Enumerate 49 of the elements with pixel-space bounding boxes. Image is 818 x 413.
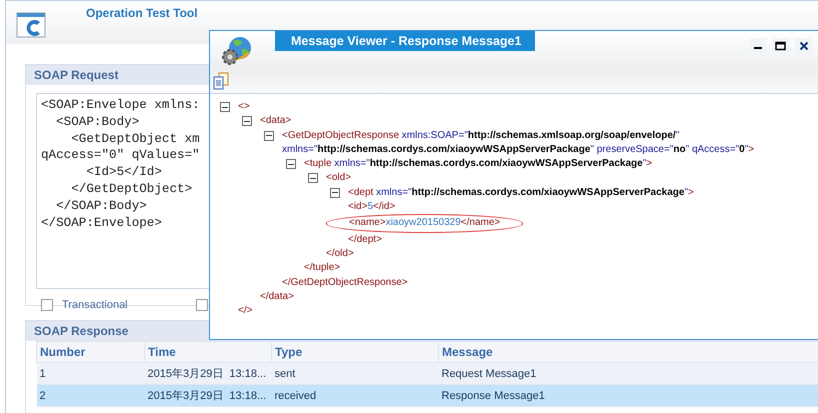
maximize-icon [775,41,786,51]
xml-line: <id>5</id> [348,200,396,214]
code-line: </GetDeptObject> [70,180,192,198]
column-header[interactable]: Time [144,342,272,362]
table-cell: Response Message1 [438,384,818,406]
code-line: </SOAP:Body> [55,198,147,215]
collapse-toggle[interactable] [308,173,318,184]
close-icon [798,41,808,51]
xml-line: <> [238,100,250,114]
xml-line: </tuple> [304,261,340,276]
xml-line: </old> [326,246,354,261]
globe-gear-icon [220,35,254,67]
collapse-toggle[interactable] [330,188,340,198]
table-cell: received [272,384,438,406]
code-line: qAccess="0" qValues=" [41,147,200,164]
table-cell: 2 [36,384,144,406]
app-window-icon [16,12,48,40]
collapse-toggle[interactable] [264,130,274,141]
collapse-toggle[interactable] [286,159,296,170]
xml-line: </dept> [348,232,382,247]
xml-line: <data> [260,114,292,128]
copy-button[interactable] [213,71,231,91]
xml-line: </GetDeptObjectResponse> [282,276,408,290]
table-row[interactable]: 1 2015年3月29日 13:18... sent Request Message1 [36,362,818,384]
xml-line: <dept xmlns="http://schemas.cordys.com/xiaoywWSAppServerPackage"> [348,186,694,200]
collapse-toggle[interactable] [242,116,252,126]
checkbox[interactable] [41,299,53,311]
code-line: <SOAP:Envelope xmlns: [41,97,200,114]
code-line: </SOAP:Envelope> [41,214,162,232]
xml-line: <tuple xmlns="http://schemas.cordys.com/xiaoywWSAppServerPackage"> [304,157,652,172]
code-line: <Id>5</Id> [85,164,162,181]
panel-header: SOAP Request [26,65,209,85]
checkbox[interactable] [196,299,208,311]
code-line: <SOAP:Body> [55,114,140,131]
code-line: <GetDeptObject xm [70,130,200,148]
column-header[interactable]: Message [438,342,818,362]
checkbox-label: Transactional [62,299,128,311]
column-header[interactable]: Type [272,342,438,362]
xml-line: </> [238,304,252,318]
viewer-title: Message Viewer - Response Message1 [275,31,536,51]
app-title: Operation Test Tool [86,6,198,20]
documents-icon [213,72,229,90]
xml-line: </data> [260,290,294,304]
table-row[interactable]: 2 2015年3月29日 13:18... received Response Message1 [36,384,818,406]
xml-line: <GetDeptObjectResponse xmlns:SOAP="http://schemas.xmlsoap.org/soap/envelope/" xmlns="http://schemas.cordys.com/xiaoywWSAppServerPackage" preserveSpace="no" qAccess="0"> [282,128,756,157]
table-cell: 2015年3月29日 13:18... [144,384,272,406]
column-header[interactable]: Number [36,342,144,362]
xml-line: <old> [326,171,352,186]
collapse-toggle[interactable] [220,102,230,112]
